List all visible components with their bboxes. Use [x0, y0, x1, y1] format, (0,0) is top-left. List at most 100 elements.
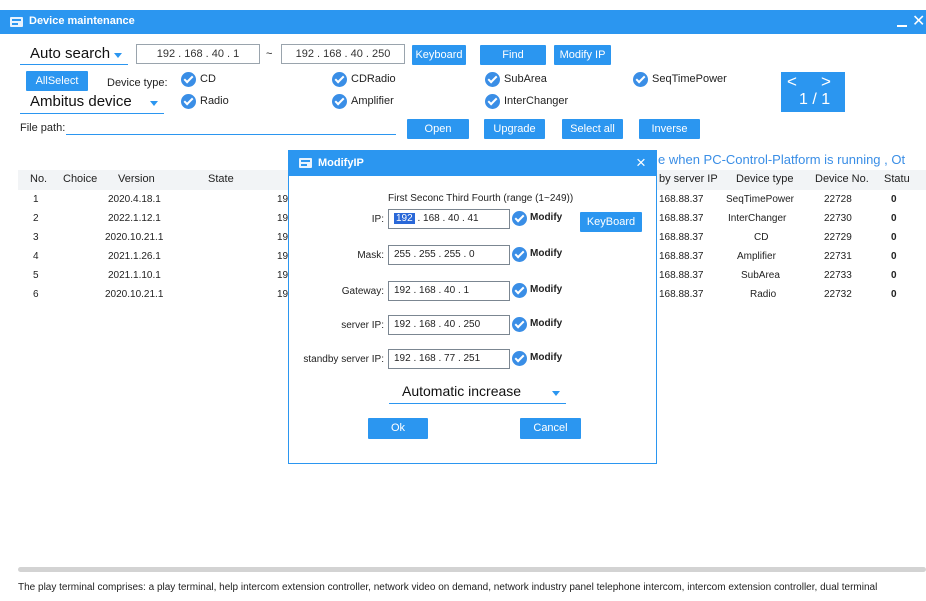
search-mode-select[interactable]: Auto search: [20, 45, 128, 65]
dialog-close-icon[interactable]: ×: [636, 153, 646, 173]
standby-server-ip-label: standby server IP:: [303, 354, 384, 365]
cell-device-no: 22731: [824, 251, 852, 262]
ambitus-device-value: Ambitus device: [30, 93, 132, 110]
cell-ip: 19: [277, 289, 289, 300]
cell-device-type: Radio: [750, 289, 777, 300]
dialog-keyboard-button[interactable]: KeyBoard: [580, 212, 642, 232]
cell-device-no: 22732: [824, 289, 852, 300]
cell-no: 2: [33, 213, 39, 224]
checked-icon: [512, 283, 527, 298]
cell-ip: 19: [277, 194, 289, 205]
horizontal-scrollbar[interactable]: [18, 567, 926, 572]
chevron-down-icon: [552, 391, 560, 396]
open-button[interactable]: Open: [407, 119, 469, 139]
cell-version: 2020.4.18.1: [108, 194, 161, 205]
cell-server-ip: 168.88.37: [659, 213, 704, 224]
ambitus-device-select[interactable]: Ambitus device: [20, 93, 164, 114]
checked-icon: [512, 247, 527, 262]
select-all-button[interactable]: Select all: [562, 119, 623, 139]
ip-first-octet: 192: [394, 213, 415, 224]
cell-server-ip: 168.88.37: [659, 270, 704, 281]
cell-no: 3: [33, 232, 39, 243]
checked-icon: [512, 211, 527, 226]
cell-version: 2022.1.12.1: [108, 213, 161, 224]
col-no: No.: [30, 173, 48, 185]
server-ip-label: server IP:: [341, 320, 384, 331]
cell-version: 2021.1.26.1: [108, 251, 161, 262]
cell-no: 6: [33, 289, 39, 300]
title-bar: Device maintenance ✕: [0, 10, 926, 34]
inverse-button[interactable]: Inverse: [639, 119, 700, 139]
find-button[interactable]: Find: [480, 45, 546, 65]
cell-server-ip: 168.88.37: [659, 194, 704, 205]
chevron-down-icon: [114, 53, 122, 58]
cell-version: 2021.1.10.1: [108, 270, 161, 281]
minimize-button[interactable]: [895, 10, 909, 34]
allselect-button[interactable]: AllSelect: [26, 71, 88, 91]
checked-icon: [332, 72, 347, 87]
page-indicator: 1 / 1: [799, 91, 831, 108]
upgrade-button[interactable]: Upgrade: [484, 119, 545, 139]
cell-device-type: SubArea: [741, 270, 780, 281]
close-icon[interactable]: ✕: [912, 12, 926, 32]
cell-version: 2020.10.21.1: [105, 289, 164, 300]
mask-input[interactable]: 255 . 255 . 255 . 0: [388, 245, 510, 265]
ip-start-input[interactable]: 192 . 168 . 40 . 1: [136, 44, 260, 64]
device-maintenance-window: Device maintenance ✕ Auto search 192 . 1…: [0, 0, 926, 601]
octet-header-hint: First Seconc Third Fourth (range (1~249)…: [388, 193, 574, 204]
standby-server-ip-input[interactable]: 192 . 168 . 77 . 251: [388, 349, 510, 369]
col-server-ip: by server IP: [659, 173, 718, 185]
cell-server-ip: 168.88.37: [659, 232, 704, 243]
col-choice: Choice: [63, 173, 98, 185]
previous-page-button[interactable]: <: [787, 72, 797, 92]
col-device-no: Device No.: [815, 173, 869, 185]
checked-icon: [181, 94, 196, 109]
file-path-input[interactable]: [66, 134, 396, 135]
cell-ip: 19: [277, 251, 289, 262]
cell-device-no: 22729: [824, 232, 852, 243]
dialog-title: ModifyIP: [318, 157, 364, 169]
modify-ip-dialog: ModifyIP × First Seconc Third Fourth (ra…: [288, 150, 657, 464]
cell-device-no: 22733: [824, 270, 852, 281]
cell-device-type: CD: [754, 232, 769, 243]
ip-input[interactable]: 192 . 168 . 40 . 41: [388, 209, 510, 229]
cell-ip: 19: [277, 270, 289, 281]
gateway-input[interactable]: 192 . 168 . 40 . 1: [388, 281, 510, 301]
chevron-down-icon: [150, 101, 158, 106]
cell-status: 0: [891, 213, 897, 224]
cell-status: 0: [891, 270, 897, 281]
file-path-label: File path:: [20, 122, 66, 134]
cell-ip: 19: [277, 232, 289, 243]
mask-label: Mask:: [357, 250, 384, 261]
modify-ip-button[interactable]: Modify IP: [554, 45, 611, 65]
cell-server-ip: 168.88.37: [659, 289, 704, 300]
gateway-label: Gateway:: [341, 286, 384, 297]
scrolling-notice: e when PC-Control-Platform is running , …: [658, 152, 906, 167]
checked-icon: [181, 72, 196, 87]
cell-status: 0: [891, 251, 897, 262]
app-icon: [10, 17, 23, 27]
ip-range-separator: ~: [266, 48, 273, 60]
cancel-button[interactable]: Cancel: [520, 418, 581, 439]
cell-device-no: 22730: [824, 213, 852, 224]
cell-status: 0: [891, 289, 897, 300]
cell-ip: 19: [277, 213, 289, 224]
next-page-button[interactable]: >: [821, 72, 831, 92]
pager: < > 1 / 1: [781, 72, 845, 112]
keyboard-button[interactable]: Keyboard: [412, 45, 466, 65]
cell-version: 2020.10.21.1: [105, 232, 164, 243]
ip-end-input[interactable]: 192 . 168 . 40 . 250: [281, 44, 405, 64]
col-state: State: [208, 173, 234, 185]
checked-icon: [332, 94, 347, 109]
cell-device-type: SeqTimePower: [726, 194, 794, 205]
cell-status: 0: [891, 232, 897, 243]
server-ip-input[interactable]: 192 . 168 . 40 . 250: [388, 315, 510, 335]
col-status: Statu: [884, 173, 910, 185]
checked-icon: [512, 317, 527, 332]
automatic-increase-select[interactable]: Automatic increase: [389, 383, 566, 404]
checked-icon: [512, 351, 527, 366]
ok-button[interactable]: Ok: [368, 418, 428, 439]
checked-icon: [485, 94, 500, 109]
dialog-app-icon: [299, 158, 312, 168]
cell-no: 1: [33, 194, 39, 205]
